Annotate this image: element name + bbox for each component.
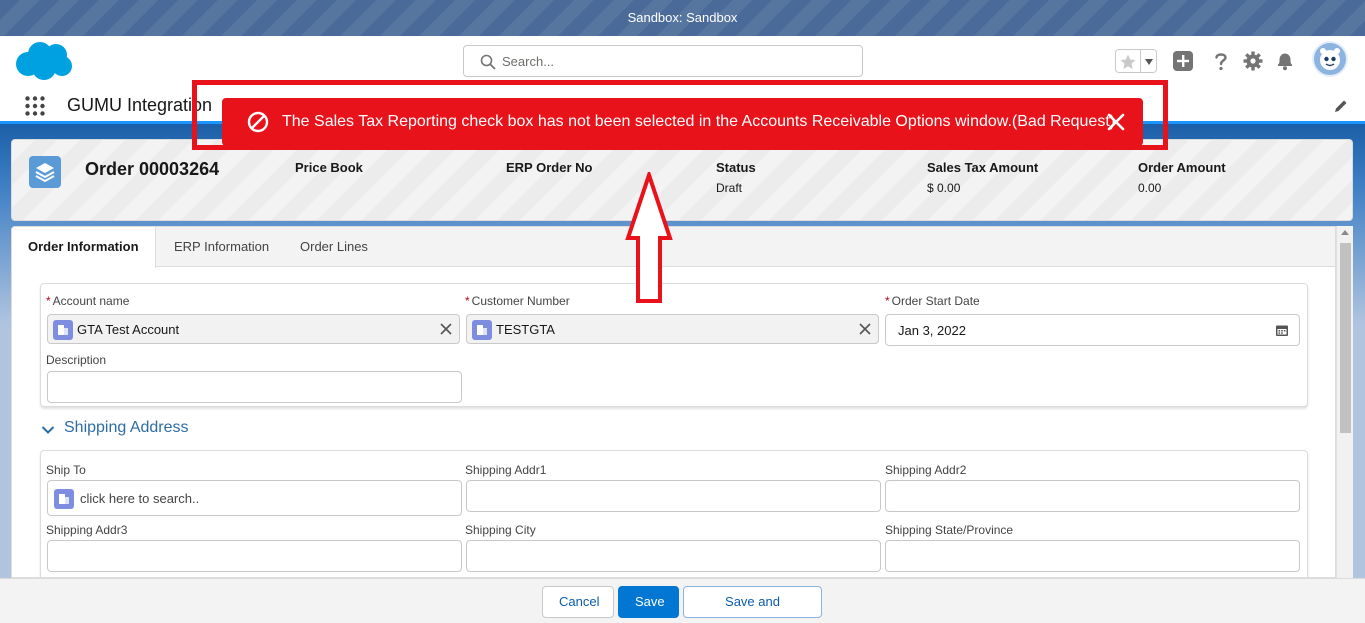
scroll-thumb[interactable] xyxy=(1340,243,1351,433)
cancel-button[interactable]: Cancel xyxy=(542,586,614,618)
field-label-text: Order Start Date xyxy=(891,294,980,308)
tab-label: ERP Information xyxy=(174,239,270,254)
shipping-addr1-label: Shipping Addr1 xyxy=(465,463,547,477)
account-object-icon xyxy=(472,320,492,340)
field-label-text: Customer Number xyxy=(471,294,570,308)
highlight-price-book-label: Price Book xyxy=(295,160,363,175)
record-title: Order 00003264 xyxy=(85,159,220,179)
highlight-sales-tax-value: $ 0.00 xyxy=(927,181,961,195)
shipping-addr2-label: Shipping Addr2 xyxy=(885,463,967,477)
favorites-button[interactable] xyxy=(1115,49,1157,73)
vertical-scrollbar[interactable] xyxy=(1336,226,1353,578)
shipping-state-input[interactable] xyxy=(885,540,1300,572)
building-icon xyxy=(477,325,487,335)
order-start-date-value: Jan 3, 2022 xyxy=(898,323,966,338)
divider xyxy=(1140,50,1141,72)
error-toast: The Sales Tax Reporting check box has no… xyxy=(222,98,1143,146)
highlight-sales-tax-label: Sales Tax Amount xyxy=(927,160,1039,175)
highlight-order-amount-value: 0.00 xyxy=(1138,181,1162,195)
tab-order-lines[interactable]: Order Lines xyxy=(284,227,384,267)
customer-number-value: TESTGTA xyxy=(496,322,555,337)
tab-label: Order Lines xyxy=(300,239,368,254)
app-name: GUMU Integration xyxy=(67,95,213,115)
order-record-icon xyxy=(29,156,61,188)
tab-erp-information[interactable]: ERP Information xyxy=(158,227,285,267)
layers-icon xyxy=(35,163,55,183)
chevron-down-icon[interactable] xyxy=(1144,58,1154,66)
ban-icon xyxy=(247,111,269,133)
search-icon xyxy=(480,54,496,70)
add-icon[interactable] xyxy=(1172,50,1194,72)
global-search[interactable] xyxy=(463,45,863,77)
customer-number-label: * Customer Number xyxy=(465,294,570,308)
clear-icon[interactable] xyxy=(858,322,872,336)
clear-icon[interactable] xyxy=(439,322,453,336)
tab-bar: Order Information ERP Information Order … xyxy=(12,227,1335,268)
shipping-addr2-input[interactable] xyxy=(885,480,1300,512)
highlight-status-value: Draft xyxy=(716,181,743,195)
required-marker: * xyxy=(885,294,890,308)
shipping-city-input[interactable] xyxy=(466,540,881,572)
scroll-up-arrow[interactable] xyxy=(1341,230,1349,235)
record-highlights: Order 00003264 Price Book ERP Order No S… xyxy=(11,139,1353,221)
highlight-order-amount-label: Order Amount xyxy=(1138,160,1226,175)
customer-number-lookup[interactable]: TESTGTA xyxy=(466,314,879,344)
account-name-value: GTA Test Account xyxy=(77,322,180,337)
building-icon xyxy=(58,325,68,335)
shipping-addr3-input[interactable] xyxy=(47,540,462,572)
order-start-date-input[interactable]: Jan 3, 2022 xyxy=(885,314,1300,346)
sandbox-label: Sandbox: Sandbox xyxy=(627,10,738,25)
sandbox-bar: Sandbox: Sandbox xyxy=(0,0,1365,36)
form-footer: Cancel Save Save and Promote xyxy=(0,578,1365,623)
ship-to-lookup[interactable]: click here to search.. xyxy=(47,480,462,516)
description-label: Description xyxy=(46,353,107,367)
account-name-label: * Account name xyxy=(46,294,129,308)
section-title: Shipping Address xyxy=(64,419,189,436)
tab-order-information[interactable]: Order Information xyxy=(12,227,156,268)
required-marker: * xyxy=(465,294,470,308)
star-icon[interactable] xyxy=(1119,53,1137,71)
field-label-text: Account name xyxy=(52,294,130,308)
avatar[interactable] xyxy=(1312,41,1348,77)
bell-icon[interactable] xyxy=(1274,50,1296,72)
gear-icon[interactable] xyxy=(1242,50,1264,72)
help-icon[interactable] xyxy=(1210,50,1232,72)
description-input[interactable] xyxy=(47,371,462,403)
annotation-arrow-icon xyxy=(625,172,673,303)
search-input[interactable] xyxy=(502,50,852,72)
highlight-status-label: Status xyxy=(716,160,756,175)
account-name-lookup[interactable]: GTA Test Account xyxy=(47,314,460,344)
shipping-addr1-input[interactable] xyxy=(466,480,881,512)
calendar-icon[interactable] xyxy=(1275,323,1289,337)
building-icon xyxy=(59,494,69,504)
order-start-date-label: * Order Start Date xyxy=(885,294,980,308)
highlight-erp-order-label: ERP Order No xyxy=(506,160,593,175)
order-info-section: * Account name GTA Test Account * Customer… xyxy=(40,283,1308,407)
required-marker: * xyxy=(46,294,51,308)
record-detail-card: Order Information ERP Information Order … xyxy=(11,226,1336,578)
edit-nav-icon[interactable] xyxy=(1333,98,1349,114)
app-launcher-icon[interactable] xyxy=(24,95,46,117)
save-and-promote-button[interactable]: Save and Promote xyxy=(683,586,822,618)
error-toast-message: The Sales Tax Reporting check box has no… xyxy=(282,113,1116,130)
tab-label: Order Information xyxy=(28,239,139,254)
salesforce-logo[interactable] xyxy=(14,40,74,82)
account-object-icon xyxy=(53,320,73,340)
close-icon[interactable] xyxy=(1106,112,1126,132)
shipping-state-label: Shipping State/Province xyxy=(885,523,1014,537)
astro-avatar-icon xyxy=(1314,43,1346,75)
chevron-down-icon xyxy=(41,426,55,434)
ship-to-label: Ship To xyxy=(46,463,86,477)
shipping-addr3-label: Shipping Addr3 xyxy=(46,523,128,537)
save-button[interactable]: Save xyxy=(618,586,679,618)
shipping-city-label: Shipping City xyxy=(465,523,536,537)
ship-to-placeholder: click here to search.. xyxy=(80,491,200,506)
shipping-address-section: Ship To click here to search.. Shipping … xyxy=(40,450,1308,577)
account-object-icon xyxy=(54,489,74,509)
